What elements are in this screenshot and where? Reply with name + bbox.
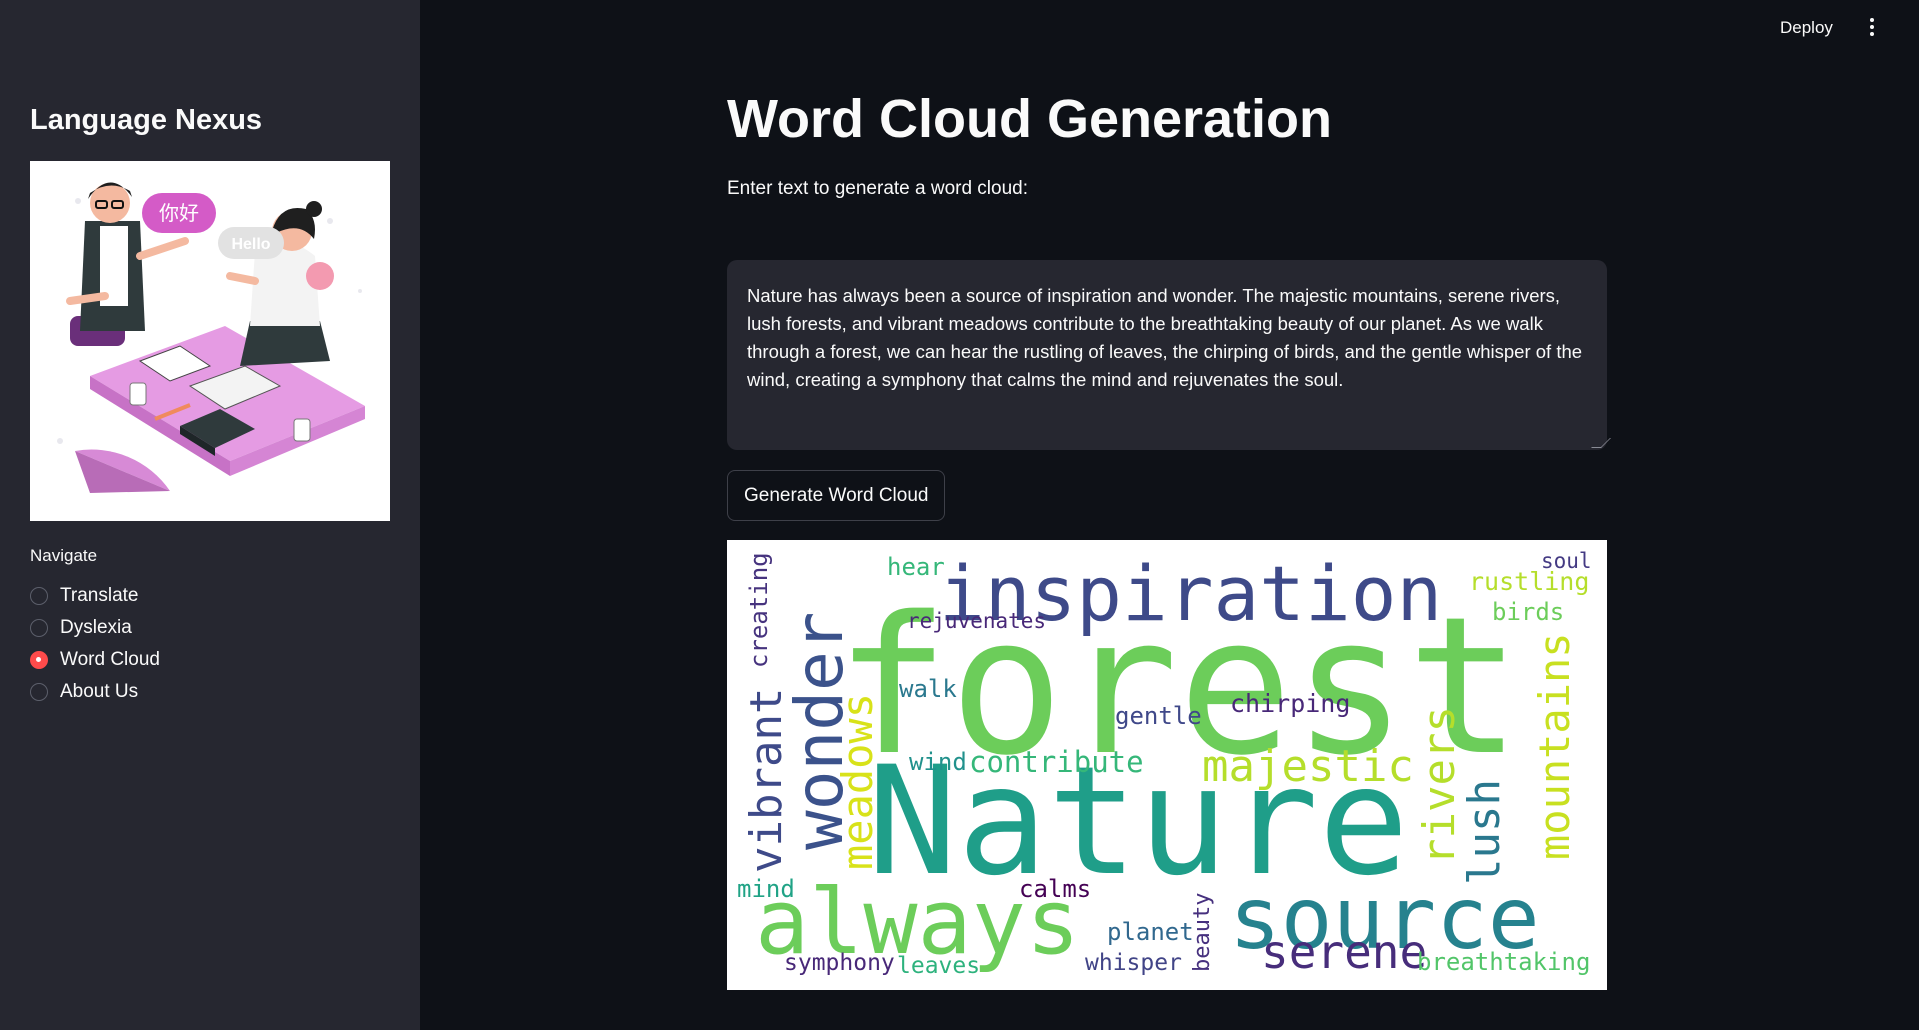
text-input-area[interactable]: Nature has always been a source of inspi… (727, 260, 1607, 450)
wc-word-leaves: leaves (897, 953, 980, 979)
main-menu-icon[interactable] (1862, 14, 1882, 40)
wc-word-lush: lush (1459, 779, 1510, 885)
wc-word-majestic: majestic (1202, 741, 1414, 792)
wc-word-calms: calms (1019, 875, 1091, 903)
wc-word-mind: mind (737, 875, 795, 903)
sidebar-title: Language Nexus (30, 104, 263, 136)
radio-icon[interactable] (30, 587, 48, 605)
wc-word-breathtaking: breathtaking (1417, 948, 1590, 976)
nav-item-label: Translate (60, 585, 139, 606)
wc-word-rivers: rivers (1414, 706, 1465, 865)
nav-item-dyslexia[interactable]: Dyslexia (30, 612, 160, 644)
nav-item-label: Dyslexia (60, 617, 132, 638)
text-input-label: Enter text to generate a word cloud: (727, 178, 1029, 199)
navigate-label: Navigate (30, 546, 98, 565)
wc-word-whisper: whisper (1085, 950, 1182, 976)
app-root: Language Nexus 你好 Hello Navigate Transla… (0, 0, 1919, 1030)
nav-item-translate[interactable]: Translate (30, 580, 160, 612)
radio-selected-icon[interactable] (30, 651, 48, 669)
wc-word-hear: hear (887, 553, 945, 581)
wc-word-serene: serene (1261, 925, 1427, 979)
wc-word-meadows: meadows (833, 693, 882, 870)
navigate-radio-group: Translate Dyslexia Word Cloud About Us (30, 580, 160, 708)
word-cloud-image: forest Nature inspiration always source … (727, 540, 1607, 990)
wc-word-mountains: mountains (1530, 632, 1579, 860)
wc-word-symphony: symphony (784, 950, 895, 976)
nav-item-label: About Us (60, 681, 139, 702)
english-greeting-text: Hello (231, 236, 270, 253)
wc-word-rejuvenates: rejuvenates (907, 609, 1046, 633)
wc-word-gentle: gentle (1115, 702, 1202, 730)
radio-icon[interactable] (30, 619, 48, 637)
wc-word-birds: birds (1492, 598, 1564, 626)
wc-word-walk: walk (899, 675, 957, 703)
page-title: Word Cloud Generation (727, 89, 1332, 149)
wc-word-creating: creating (745, 552, 773, 668)
wc-word-beauty: beauty (1190, 893, 1215, 972)
deploy-button[interactable]: Deploy (1770, 14, 1843, 42)
nav-item-word-cloud[interactable]: Word Cloud (30, 644, 160, 676)
wc-word-wind: wind (909, 748, 967, 776)
language-exchange-illustration: 你好 Hello (30, 161, 390, 521)
wc-word-rustling: rustling (1469, 567, 1589, 596)
wc-word-vibrant: vibrant (741, 688, 792, 873)
radio-icon[interactable] (30, 683, 48, 701)
wc-word-chirping: chirping (1230, 689, 1350, 718)
wc-word-contribute: contribute (969, 745, 1144, 779)
generate-word-cloud-button[interactable]: Generate Word Cloud (727, 470, 946, 521)
chinese-greeting-text: 你好 (159, 201, 199, 225)
nav-item-label: Word Cloud (60, 649, 160, 670)
wc-word-planet: planet (1107, 918, 1194, 946)
sidebar: Language Nexus 你好 Hello Navigate Transla… (0, 0, 420, 1030)
nav-item-about-us[interactable]: About Us (30, 676, 160, 708)
